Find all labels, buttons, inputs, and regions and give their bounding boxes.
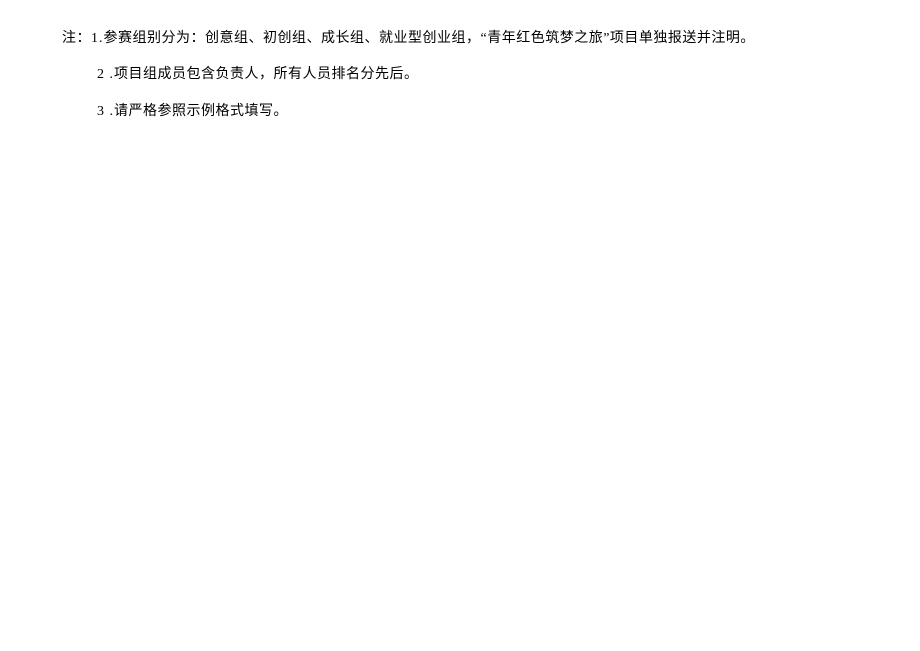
- note-number-2: 2 .: [97, 67, 114, 82]
- note-line-3: 3 .请严格参照示例格式填写。: [62, 101, 920, 123]
- note-text-3: 请严格参照示例格式填写。: [114, 104, 288, 119]
- note-text-2: 项目组成员包含负责人，所有人员排名分先后。: [114, 67, 419, 82]
- note-number-1: 1.: [91, 31, 104, 46]
- note-line-1: 注：1.参赛组别分为：创意组、初创组、成长组、就业型创业组，“青年红色筑梦之旅”…: [62, 28, 920, 50]
- note-label: 注：: [62, 31, 91, 46]
- note-number-3: 3 .: [97, 104, 114, 119]
- note-line-2: 2 .项目组成员包含负责人，所有人员排名分先后。: [62, 64, 920, 86]
- note-text-1: 参赛组别分为：创意组、初创组、成长组、就业型创业组，“青年红色筑梦之旅”项目单独…: [104, 31, 755, 46]
